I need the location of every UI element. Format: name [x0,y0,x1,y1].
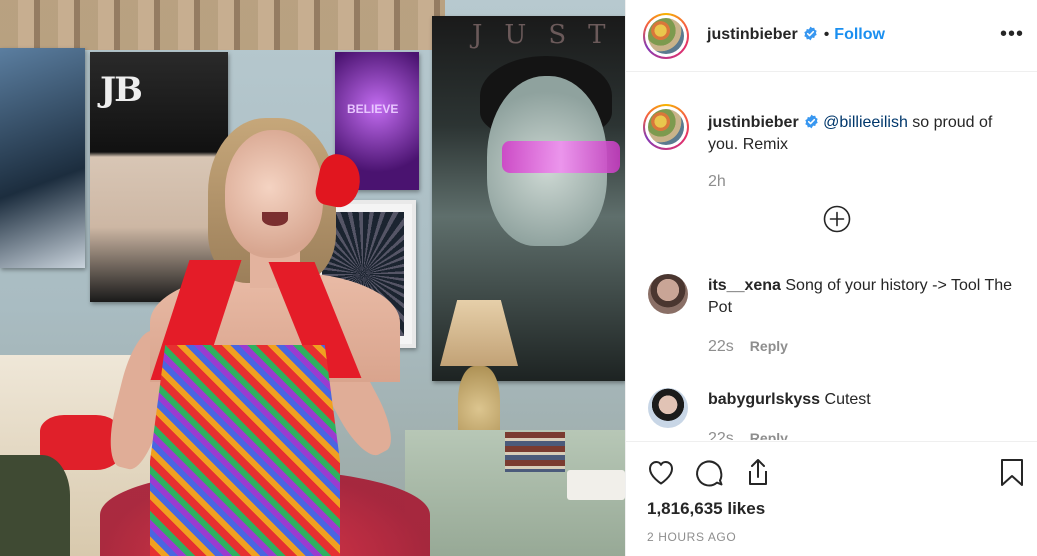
comment-text: its__xena Song of your history -> Tool T… [708,275,1018,319]
comment-body: Cutest [820,391,871,408]
comment-username[interactable]: its__xena [708,277,781,294]
header-separator: • [823,26,830,43]
header-row: justinbieber • Follow [707,26,885,44]
heart-icon[interactable] [645,456,677,488]
foreground-sleeve [0,455,70,556]
avatar-image [648,18,684,54]
more-options-icon[interactable]: ••• [1000,24,1024,44]
avatar-image [648,109,684,145]
verified-badge-icon [805,114,818,129]
wall-poster [0,48,85,268]
comment-meta: 22s Reply [708,430,788,440]
caption-username[interactable]: justinbieber [708,114,799,131]
post-timestamp[interactable]: 2 HOURS AGO [647,530,736,544]
wallpaper-border [0,0,445,50]
sequin-dress [150,345,340,556]
caption-time: 2h [708,173,726,191]
author-username[interactable]: justinbieber [707,26,798,43]
caption-avatar[interactable] [643,104,689,150]
comment-time: 22s [708,338,734,355]
caption-mention[interactable]: @billieeilish [823,114,908,131]
post-sidebar: justinbieber • Follow ••• justinbieber @bi… [625,0,1037,556]
book-stack [505,432,565,472]
reply-button[interactable]: Reply [750,430,788,440]
poster-letters: JUST [472,20,625,50]
instagram-post: JB BELIEVE JUST justinbieber • Follow ••… [0,0,1037,556]
commenter-avatar[interactable] [648,274,688,314]
caption-text: justinbieber @billieeilish so proud of y… [708,112,1018,156]
follow-button[interactable]: Follow [834,26,885,43]
bookmark-icon[interactable] [996,456,1028,488]
comment-username[interactable]: babygurlskyss [708,391,820,408]
comments-list[interactable]: justinbieber @billieeilish so proud of y… [626,72,1037,440]
verified-badge-icon [804,26,817,41]
laptop [567,470,625,500]
comment-bubble-icon[interactable] [693,456,725,488]
comment-text: babygurlskyss Cutest [708,389,1018,411]
post-photo[interactable]: JB BELIEVE JUST [0,0,625,556]
reply-button[interactable]: Reply [750,338,788,354]
comment-time: 22s [708,430,734,440]
girl-face [225,130,323,258]
post-header: justinbieber • Follow ••• [626,0,1037,72]
action-bar: 1,816,635 likes 2 HOURS AGO [626,441,1037,556]
poster-tag: BELIEVE [347,102,399,116]
comment-meta: 22s Reply [708,338,788,356]
poster-initials: JB [100,70,143,110]
share-icon[interactable] [742,456,774,488]
plus-circle-icon[interactable] [823,205,851,233]
commenter-avatar[interactable] [648,388,688,428]
likes-count[interactable]: 1,816,635 likes [647,499,765,519]
poster-sunglasses [502,141,620,173]
girl-mouth [262,212,288,226]
author-avatar[interactable] [643,13,689,59]
caption-time-text: 2h [708,173,726,190]
